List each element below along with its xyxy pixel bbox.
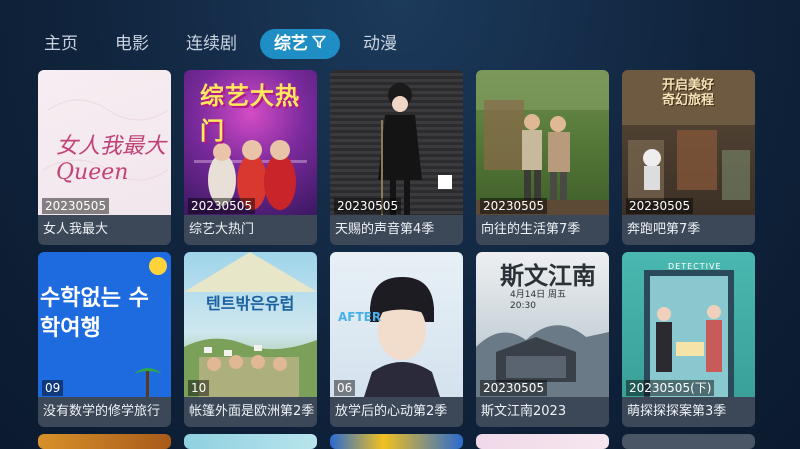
- poster-image: [476, 70, 609, 215]
- poster-image: DETECTIVE: [622, 252, 755, 397]
- poster-logo-text: 斯文江南: [500, 261, 596, 290]
- poster-image: 综艺大热门: [184, 70, 317, 215]
- poster-logo-text: 女人我最大 Queen: [56, 134, 167, 185]
- episode-date-badge: 20230505: [626, 198, 694, 214]
- show-title: 向往的生活第7季: [476, 215, 609, 245]
- show-card[interactable]: 20230505 向往的生活第7季: [476, 70, 609, 245]
- tab-variety[interactable]: 综艺: [260, 29, 340, 59]
- poster-logo-text: 수학없는 수학여행: [40, 286, 149, 341]
- poster-image: 수학없는 수학여행: [38, 252, 171, 397]
- show-title: 放学后的心动第2季: [330, 397, 463, 427]
- poster-logo-text: 텐트밖은유럽: [206, 294, 295, 313]
- show-card[interactable]: AFTER 06 放学后的心动第2季: [330, 252, 463, 427]
- poster-image: 斯文江南 4月14日 周五20:30: [476, 252, 609, 397]
- show-title: 天赐的声音第4季: [330, 215, 463, 245]
- episode-date-badge: 20230505: [188, 198, 256, 214]
- poster-image: [184, 434, 317, 449]
- show-card[interactable]: 수학없는 수학여행 09 没有数学的修学旅行: [38, 252, 171, 427]
- episode-date-badge: 20230505: [42, 198, 110, 214]
- tab-movies[interactable]: 电影: [101, 29, 163, 59]
- tab-home[interactable]: 主页: [30, 29, 92, 59]
- poster-logo-text: 综艺大热门: [200, 81, 300, 145]
- show-title: 综艺大热门: [184, 215, 317, 245]
- episode-number-badge: 10: [188, 380, 210, 396]
- episode-number-badge: 06: [334, 380, 356, 396]
- show-card[interactable]: 开启美好奇幻旅程 20230505 奔跑吧第7季: [622, 70, 755, 245]
- show-card-partial[interactable]: [622, 434, 755, 449]
- show-card[interactable]: DETECTIVE 20230505(下) 萌探探探案第3季: [622, 252, 755, 427]
- episode-date-badge: 20230505: [334, 198, 402, 214]
- show-card-partial[interactable]: [184, 434, 317, 449]
- tab-series[interactable]: 连续剧: [172, 29, 251, 59]
- show-title: 没有数学的修学旅行: [38, 397, 171, 427]
- show-card-partial[interactable]: [38, 434, 171, 449]
- poster-image: [622, 434, 755, 449]
- poster-image: 开启美好奇幻旅程: [622, 70, 755, 215]
- show-title: 奔跑吧第7季: [622, 215, 755, 245]
- show-title: 女人我最大: [38, 215, 171, 245]
- show-card-partial[interactable]: [476, 434, 609, 449]
- show-card[interactable]: 综艺大热门 20230505 综艺大热门: [184, 70, 317, 245]
- show-card[interactable]: 女人我最大 Queen 20230505 女人我最大: [38, 70, 171, 245]
- show-title: 斯文江南2023: [476, 397, 609, 427]
- poster-image: 텐트밖은유럽: [184, 252, 317, 397]
- poster-image: [330, 434, 463, 449]
- poster-airtime-text: 4月14日 周五20:30: [510, 290, 567, 311]
- poster-image: [476, 434, 609, 449]
- show-card[interactable]: 斯文江南 4月14日 周五20:30 20230505 斯文江南2023: [476, 252, 609, 427]
- poster-image: [38, 434, 171, 449]
- poster-logo-text: 开启美好奇幻旅程: [662, 78, 715, 108]
- poster-logo-text: AFTER: [338, 310, 382, 324]
- show-title: 帐篷外面是欧洲第2季: [184, 397, 317, 427]
- filter-funnel-icon[interactable]: [312, 29, 326, 59]
- poster-image: AFTER: [330, 252, 463, 397]
- category-tabs: 主页 电影 连续剧 综艺 动漫: [30, 28, 420, 60]
- show-card-partial[interactable]: [330, 434, 463, 449]
- episode-date-badge: 20230505: [480, 380, 548, 396]
- show-title: 萌探探探案第3季: [622, 397, 755, 427]
- episode-number-badge: 09: [42, 380, 64, 396]
- episode-date-badge: 20230505: [480, 198, 548, 214]
- tab-variety-label: 综艺: [274, 34, 308, 54]
- poster-image: [330, 70, 463, 215]
- show-card[interactable]: 20230505 天赐的声音第4季: [330, 70, 463, 245]
- poster-image: 女人我最大 Queen: [38, 70, 171, 215]
- show-card[interactable]: 텐트밖은유럽 10 帐篷外面是欧洲第2季: [184, 252, 317, 427]
- episode-date-badge: 20230505(下): [626, 380, 715, 396]
- tab-anime[interactable]: 动漫: [349, 29, 411, 59]
- poster-logo-text: DETECTIVE: [668, 262, 722, 271]
